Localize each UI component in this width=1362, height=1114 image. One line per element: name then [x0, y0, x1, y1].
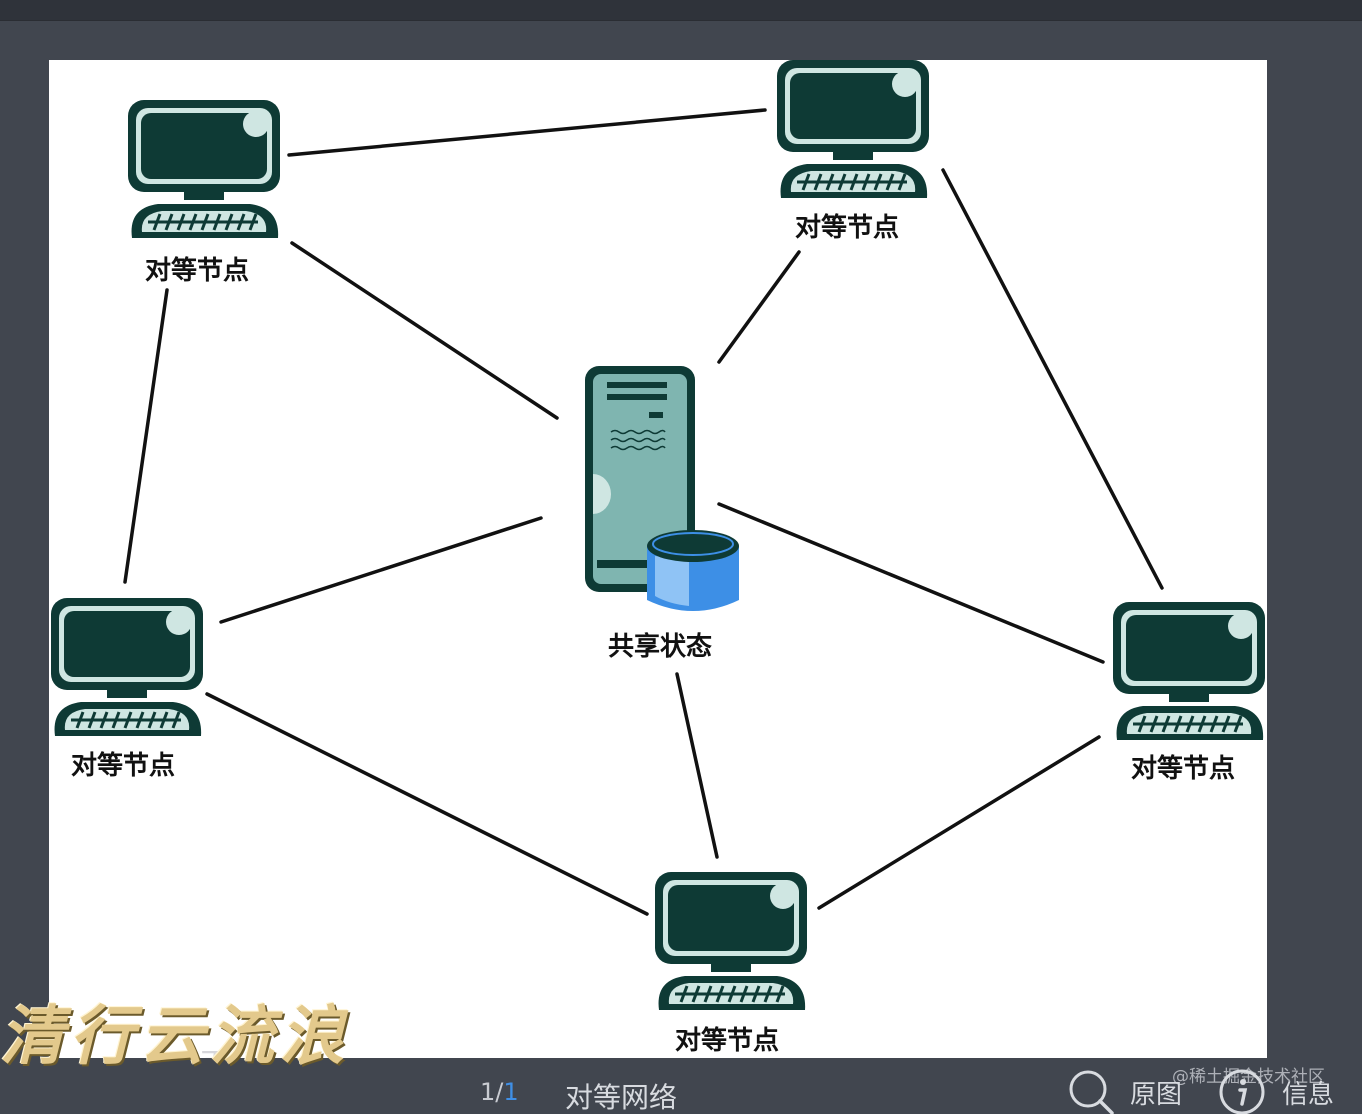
link-tl-ml [123, 288, 169, 584]
info-label: 信息 [1282, 1079, 1335, 1110]
viewer-bottom-bar: 1/1 对等网络 @稀土掘金技术社区 原图 信息 [0, 1058, 1362, 1114]
peer-label: 对等节点 [1130, 754, 1236, 784]
peer-computer-icon [775, 60, 931, 200]
peer-network-diagram [49, 60, 1267, 1012]
peer-label: 对等节点 [794, 213, 900, 243]
image-viewer: 对等节点 对等节点 对等节点 对等节点 对等节点 共享状态 Bai百科 清行云流… [0, 0, 1362, 1114]
peer-label: 对等节点 [144, 256, 250, 286]
original-image-button[interactable]: 原图 [1068, 1070, 1182, 1114]
info-icon [1219, 1069, 1265, 1114]
page-counter: 1/1 [480, 1078, 519, 1106]
page-total: 1 [503, 1078, 519, 1106]
link-tr-mr [941, 168, 1164, 590]
info-button[interactable]: 信息 [1218, 1069, 1335, 1114]
peer-label: 对等节点 [674, 1026, 780, 1056]
link-tl-tr [287, 108, 767, 157]
page-current: 1 [480, 1078, 496, 1106]
link-mr-bottom [817, 735, 1101, 910]
peer-computer-icon [1111, 600, 1267, 742]
link-tr-center [717, 250, 801, 364]
link-ml-bottom [205, 692, 649, 916]
peer-computer-icon [49, 596, 205, 738]
image-canvas: 对等节点 对等节点 对等节点 对等节点 对等节点 共享状态 Bai百科 [49, 60, 1267, 1058]
peer-label: 对等节点 [70, 751, 176, 781]
link-tl-center [290, 241, 559, 420]
search-icon [1069, 1070, 1114, 1114]
peer-computer-icon [653, 870, 809, 1012]
viewer-top-bar [0, 0, 1362, 21]
link-center-mr [717, 502, 1105, 664]
original-image-label: 原图 [1130, 1079, 1183, 1110]
image-title: 对等网络 [565, 1081, 678, 1114]
link-ml-center [219, 516, 543, 624]
center-label: 共享状态 [607, 632, 713, 662]
peer-computer-icon [126, 98, 282, 240]
database-icon [647, 530, 739, 611]
link-center-bottom [675, 672, 719, 859]
